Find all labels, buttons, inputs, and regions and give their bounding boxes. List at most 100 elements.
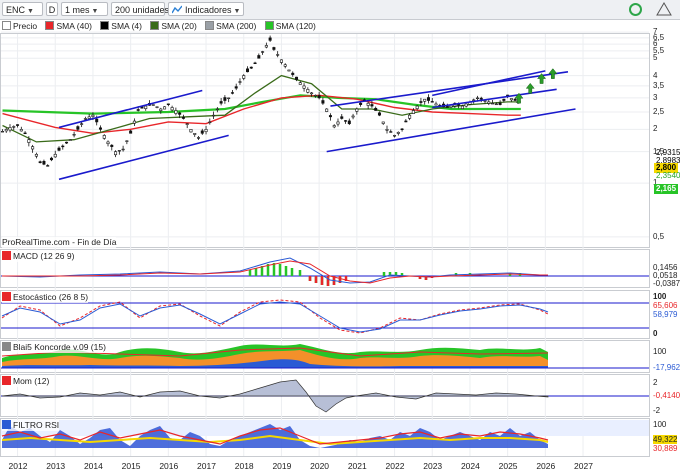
- candle-body: [279, 59, 283, 63]
- candle-body: [249, 66, 253, 69]
- candle-body: [306, 89, 310, 93]
- candle-body: [393, 135, 397, 137]
- candle-body: [151, 104, 155, 106]
- candle-body: [27, 139, 31, 143]
- x-tick-label: 2012: [8, 461, 28, 471]
- mom-axis-1: 2: [653, 378, 658, 387]
- candle-body: [12, 126, 16, 128]
- candle-body: [509, 98, 513, 101]
- x-tick-label: 2015: [121, 461, 141, 471]
- stoch-title[interactable]: Estocástico (26 8 5): [2, 292, 89, 303]
- rsi-title[interactable]: FILTRO RSI: [2, 420, 60, 431]
- rsi-axis-2: 49,322: [653, 435, 678, 444]
- price-tick-label: 2,5: [653, 107, 665, 117]
- candle-body: [193, 133, 197, 135]
- candle-body: [174, 110, 178, 114]
- candle-body: [57, 147, 61, 151]
- candle-body: [72, 134, 76, 136]
- x-tick-label: 2021: [347, 461, 367, 471]
- x-tick-label: 2019: [272, 461, 292, 471]
- candle-body: [295, 76, 299, 80]
- candles: [0, 35, 520, 167]
- candle-body: [117, 150, 121, 152]
- candle-body: [310, 92, 314, 95]
- candle-body: [385, 129, 389, 131]
- candle-body: [423, 98, 427, 102]
- candle-body: [404, 120, 408, 123]
- candle-body: [155, 106, 159, 108]
- candle-body: [121, 148, 125, 151]
- collapse-icon: [2, 342, 11, 351]
- candle-body: [102, 135, 106, 139]
- rsi-axis-3: 30,889: [653, 444, 678, 453]
- candle-body: [132, 120, 136, 124]
- collapse-icon: [2, 420, 11, 429]
- collapse-icon: [2, 251, 11, 260]
- candle-body: [321, 100, 325, 104]
- macd-title-label: MACD (12 26 9): [13, 251, 75, 261]
- candle-body: [328, 115, 332, 118]
- mom-title[interactable]: Mom (12): [2, 376, 50, 387]
- candle-body: [430, 101, 434, 103]
- konc-axis-2: -17,962: [653, 363, 680, 372]
- candle-body: [170, 107, 174, 111]
- candle-body: [189, 129, 193, 133]
- candle-body: [381, 121, 385, 124]
- candle-body: [253, 62, 257, 65]
- channel-2020-lower: [326, 108, 576, 153]
- trend-channels: [58, 70, 576, 181]
- x-tick-label: 2017: [197, 461, 216, 471]
- candle-body: [513, 98, 517, 101]
- x-tick-label: 2016: [159, 461, 179, 471]
- mom-area: [1, 379, 549, 413]
- candle-body: [332, 125, 336, 128]
- candle-body: [208, 121, 212, 124]
- price-tick-label: 3,5: [653, 80, 665, 90]
- candle-body: [445, 106, 449, 108]
- candle-body: [355, 108, 359, 112]
- candle-body: [276, 54, 280, 56]
- candle-body: [415, 105, 419, 109]
- mom-title-label: Mom (12): [13, 376, 50, 386]
- candle-body: [38, 161, 42, 164]
- stoch-axis-1: 100: [653, 292, 667, 301]
- candle-body: [110, 144, 114, 147]
- rsi-axis-1: 100: [653, 420, 667, 429]
- konc-title[interactable]: Blai5 Koncorde v.09 (15): [2, 342, 106, 353]
- candle-body: [200, 130, 204, 134]
- candle-body: [129, 130, 133, 134]
- macd-histogram-neg: [308, 276, 434, 286]
- candle-body: [302, 85, 306, 89]
- collapse-icon: [2, 376, 11, 385]
- candle-body: [53, 153, 57, 158]
- x-tick-label: 2013: [46, 461, 66, 471]
- candle-body: [197, 137, 201, 139]
- price-tick-label: 3: [653, 92, 658, 102]
- candle-body: [215, 108, 219, 111]
- candle-body: [498, 102, 502, 105]
- up-arrow-icon: [525, 82, 535, 94]
- macd-panel-frame: [0, 249, 650, 288]
- candle-body: [125, 140, 129, 142]
- candle-body: [340, 116, 344, 119]
- candle-body: [400, 128, 404, 131]
- x-tick-label: 2026: [536, 461, 556, 471]
- candle-body: [434, 103, 438, 106]
- candle-body: [261, 51, 265, 53]
- candle-body: [313, 95, 317, 97]
- price-grid: [1, 31, 649, 238]
- candle-body: [389, 131, 393, 133]
- candle-body: [204, 129, 208, 133]
- x-tick-label: 2023: [423, 461, 443, 471]
- candle-body: [351, 115, 355, 118]
- candle-body: [181, 116, 185, 119]
- candle-body: [291, 72, 295, 75]
- mom-panel: [1, 379, 649, 413]
- macd-title[interactable]: MACD (12 26 9): [2, 251, 75, 262]
- candle-body: [23, 132, 27, 135]
- candle-body: [359, 102, 363, 105]
- candle-body: [257, 55, 261, 59]
- stoch-axis-3: 58,979: [653, 310, 678, 319]
- candle-body: [374, 107, 378, 111]
- candle-body: [83, 118, 87, 120]
